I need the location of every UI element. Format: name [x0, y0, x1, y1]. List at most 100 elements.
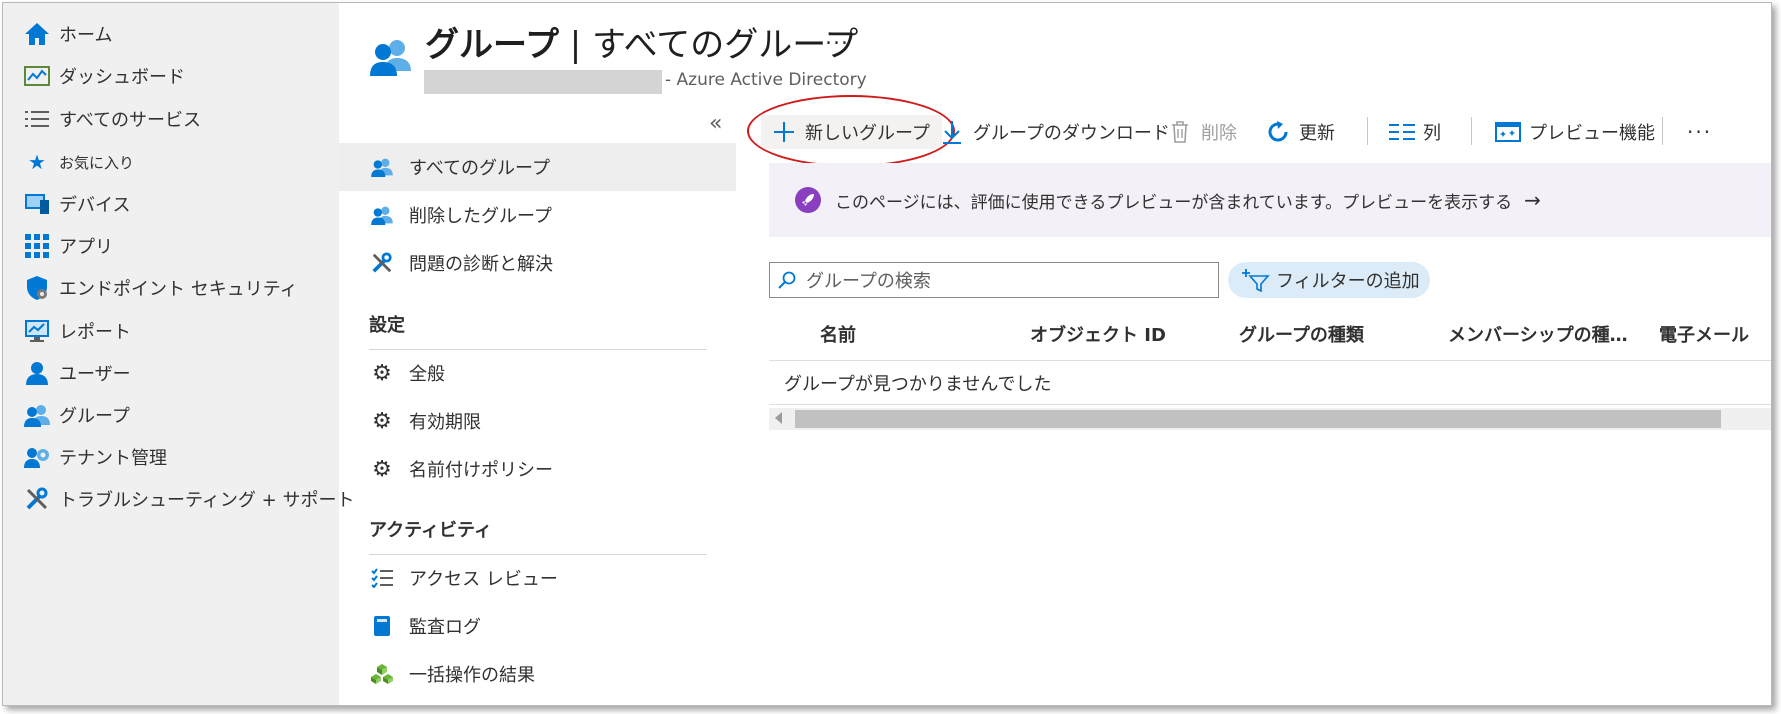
delete-button[interactable]: 削除: [1167, 115, 1237, 149]
columns-icon: [1389, 119, 1415, 145]
menu-item-audit-log[interactable]: 監査ログ: [339, 602, 736, 650]
menu-item-all-groups[interactable]: すべてのグループ: [339, 143, 736, 191]
column-header-email[interactable]: 電子メール: [1659, 321, 1749, 347]
nav-label: テナント管理: [59, 448, 167, 469]
preview-banner[interactable]: このページには、評価に使用できるプレビューが含まれています。プレビューを表示する…: [769, 163, 1771, 237]
column-header-name[interactable]: 名前: [820, 321, 856, 347]
cubes-icon: [369, 661, 395, 687]
tenant-name-redacted: [424, 70, 662, 94]
table-header-divider: [769, 360, 1771, 361]
nav-item-all-services[interactable]: すべてのサービス: [23, 103, 201, 135]
nav-label: お気に入り: [59, 153, 135, 172]
highlight-annotation: [747, 95, 955, 167]
horizontal-scrollbar[interactable]: [769, 408, 1771, 430]
menu-item-naming-policy[interactable]: ⚙ 名前付けポリシー: [339, 445, 736, 493]
menu-label: アクセス レビュー: [409, 569, 558, 590]
preview-icon: [1495, 119, 1521, 145]
nav-item-endpoint-security[interactable]: エンドポイント セキュリティ: [23, 272, 298, 304]
groups-header-icon: [369, 37, 413, 77]
menu-label: 削除したグループ: [409, 206, 552, 227]
scroll-left-icon[interactable]: [775, 412, 782, 424]
group-icon: [369, 154, 395, 180]
nav-item-favorites[interactable]: ★ お気に入り: [23, 146, 134, 178]
nav-item-troubleshooting[interactable]: トラブルシューティング + サポート: [23, 483, 354, 515]
nav-label: ダッシュボード: [59, 67, 185, 88]
toolbar-separator: [1367, 117, 1368, 145]
nav-item-groups[interactable]: グループ: [23, 399, 130, 431]
activity-heading: アクティビティ: [369, 516, 707, 555]
search-placeholder: グループの検索: [806, 271, 931, 292]
nav-label: グループ: [59, 406, 130, 427]
nav-item-apps[interactable]: アプリ: [23, 230, 113, 262]
user-icon: [23, 359, 51, 387]
checklist-icon: [369, 565, 395, 591]
menu-item-access-review[interactable]: アクセス レビュー: [339, 554, 736, 602]
nav-item-reports[interactable]: レポート: [23, 315, 131, 347]
page-subtitle: - Azure Active Directory: [665, 70, 867, 90]
nav-item-users[interactable]: ユーザー: [23, 357, 131, 389]
columns-label: 列: [1423, 123, 1441, 144]
nav-label: エンドポイント セキュリティ: [59, 279, 298, 300]
tools-icon: [369, 250, 395, 276]
dashboard-icon: [23, 62, 51, 90]
menu-label: 名前付けポリシー: [409, 460, 553, 481]
arrow-right-icon: →: [1524, 188, 1541, 212]
menu-item-expiration[interactable]: ⚙ 有効期限: [339, 397, 736, 445]
page-title-rest: | すべてのグループ: [558, 25, 859, 65]
menu-item-diagnose[interactable]: 問題の診断と解決: [339, 239, 736, 287]
menu-item-bulk-results[interactable]: 一括操作の結果: [339, 650, 736, 698]
trash-icon: [1167, 119, 1193, 145]
menu-item-deleted-groups[interactable]: 削除したグループ: [339, 191, 736, 239]
search-icon: [778, 270, 798, 290]
nav-label: デバイス: [59, 195, 131, 216]
menu-label: 有効期限: [409, 412, 481, 433]
nav-item-dashboard[interactable]: ダッシュボード: [23, 60, 185, 92]
add-filter-button[interactable]: フィルターの追加: [1228, 262, 1430, 298]
tools-icon: [23, 485, 51, 513]
shield-icon: [23, 274, 51, 302]
add-filter-icon: [1242, 267, 1270, 293]
table-row-divider: [769, 404, 1771, 405]
nav-label: すべてのサービス: [59, 110, 202, 131]
banner-text: このページには、評価に使用できるプレビューが含まれています。プレビューを表示する: [835, 192, 1513, 213]
preview-label: プレビュー機能: [1529, 123, 1655, 144]
menu-label: すべてのグループ: [409, 158, 550, 179]
page-title-bold: グループ: [425, 25, 559, 65]
nav-label: ホーム: [59, 25, 113, 46]
column-header-group-type[interactable]: グループの種類: [1239, 321, 1364, 347]
preview-features-button[interactable]: プレビュー機能: [1495, 115, 1655, 149]
nav-item-tenant-admin[interactable]: テナント管理: [23, 441, 167, 473]
toolbar-more-button[interactable]: ···: [1687, 115, 1712, 149]
nav-label: ユーザー: [59, 364, 131, 385]
column-header-membership-type[interactable]: メンバーシップの種…: [1448, 321, 1628, 347]
gear-icon: ⚙: [372, 456, 392, 482]
gear-icon: ⚙: [372, 408, 392, 434]
monitor-report-icon: [23, 317, 51, 345]
column-header-object-id[interactable]: オブジェクト ID: [1030, 321, 1166, 347]
add-filter-label: フィルターの追加: [1276, 271, 1420, 292]
download-label: グループのダウンロード: [973, 123, 1170, 144]
columns-button[interactable]: 列: [1389, 115, 1441, 149]
gear-icon: ⚙: [372, 360, 392, 386]
nav-item-devices[interactable]: デバイス: [23, 188, 130, 220]
search-input[interactable]: グループの検索: [769, 262, 1219, 298]
scrollbar-thumb[interactable]: [795, 410, 1721, 428]
star-icon: ★: [28, 150, 46, 174]
book-icon: [369, 613, 395, 639]
tenant-gear-icon: [23, 443, 51, 471]
collapse-menu-button[interactable]: «: [709, 111, 722, 136]
title-more-button[interactable]: ...: [825, 25, 849, 50]
nav-label: アプリ: [59, 237, 113, 258]
list-icon: [23, 105, 51, 133]
refresh-label: 更新: [1299, 123, 1335, 144]
left-nav: ホーム ダッシュボード すべてのサービス ★ お気に入り デバイス アプリ エン…: [3, 3, 354, 705]
nav-item-home[interactable]: ホーム: [23, 18, 112, 50]
home-icon: [23, 20, 51, 48]
menu-item-general[interactable]: ⚙ 全般: [339, 349, 736, 397]
refresh-button[interactable]: 更新: [1265, 115, 1335, 149]
download-groups-button[interactable]: グループのダウンロード: [939, 115, 1170, 149]
table-empty-message: グループが見つかりませんでした: [784, 374, 1052, 395]
group-icon: [23, 401, 51, 429]
delete-label: 削除: [1201, 123, 1237, 144]
nav-label: レポート: [59, 322, 131, 343]
